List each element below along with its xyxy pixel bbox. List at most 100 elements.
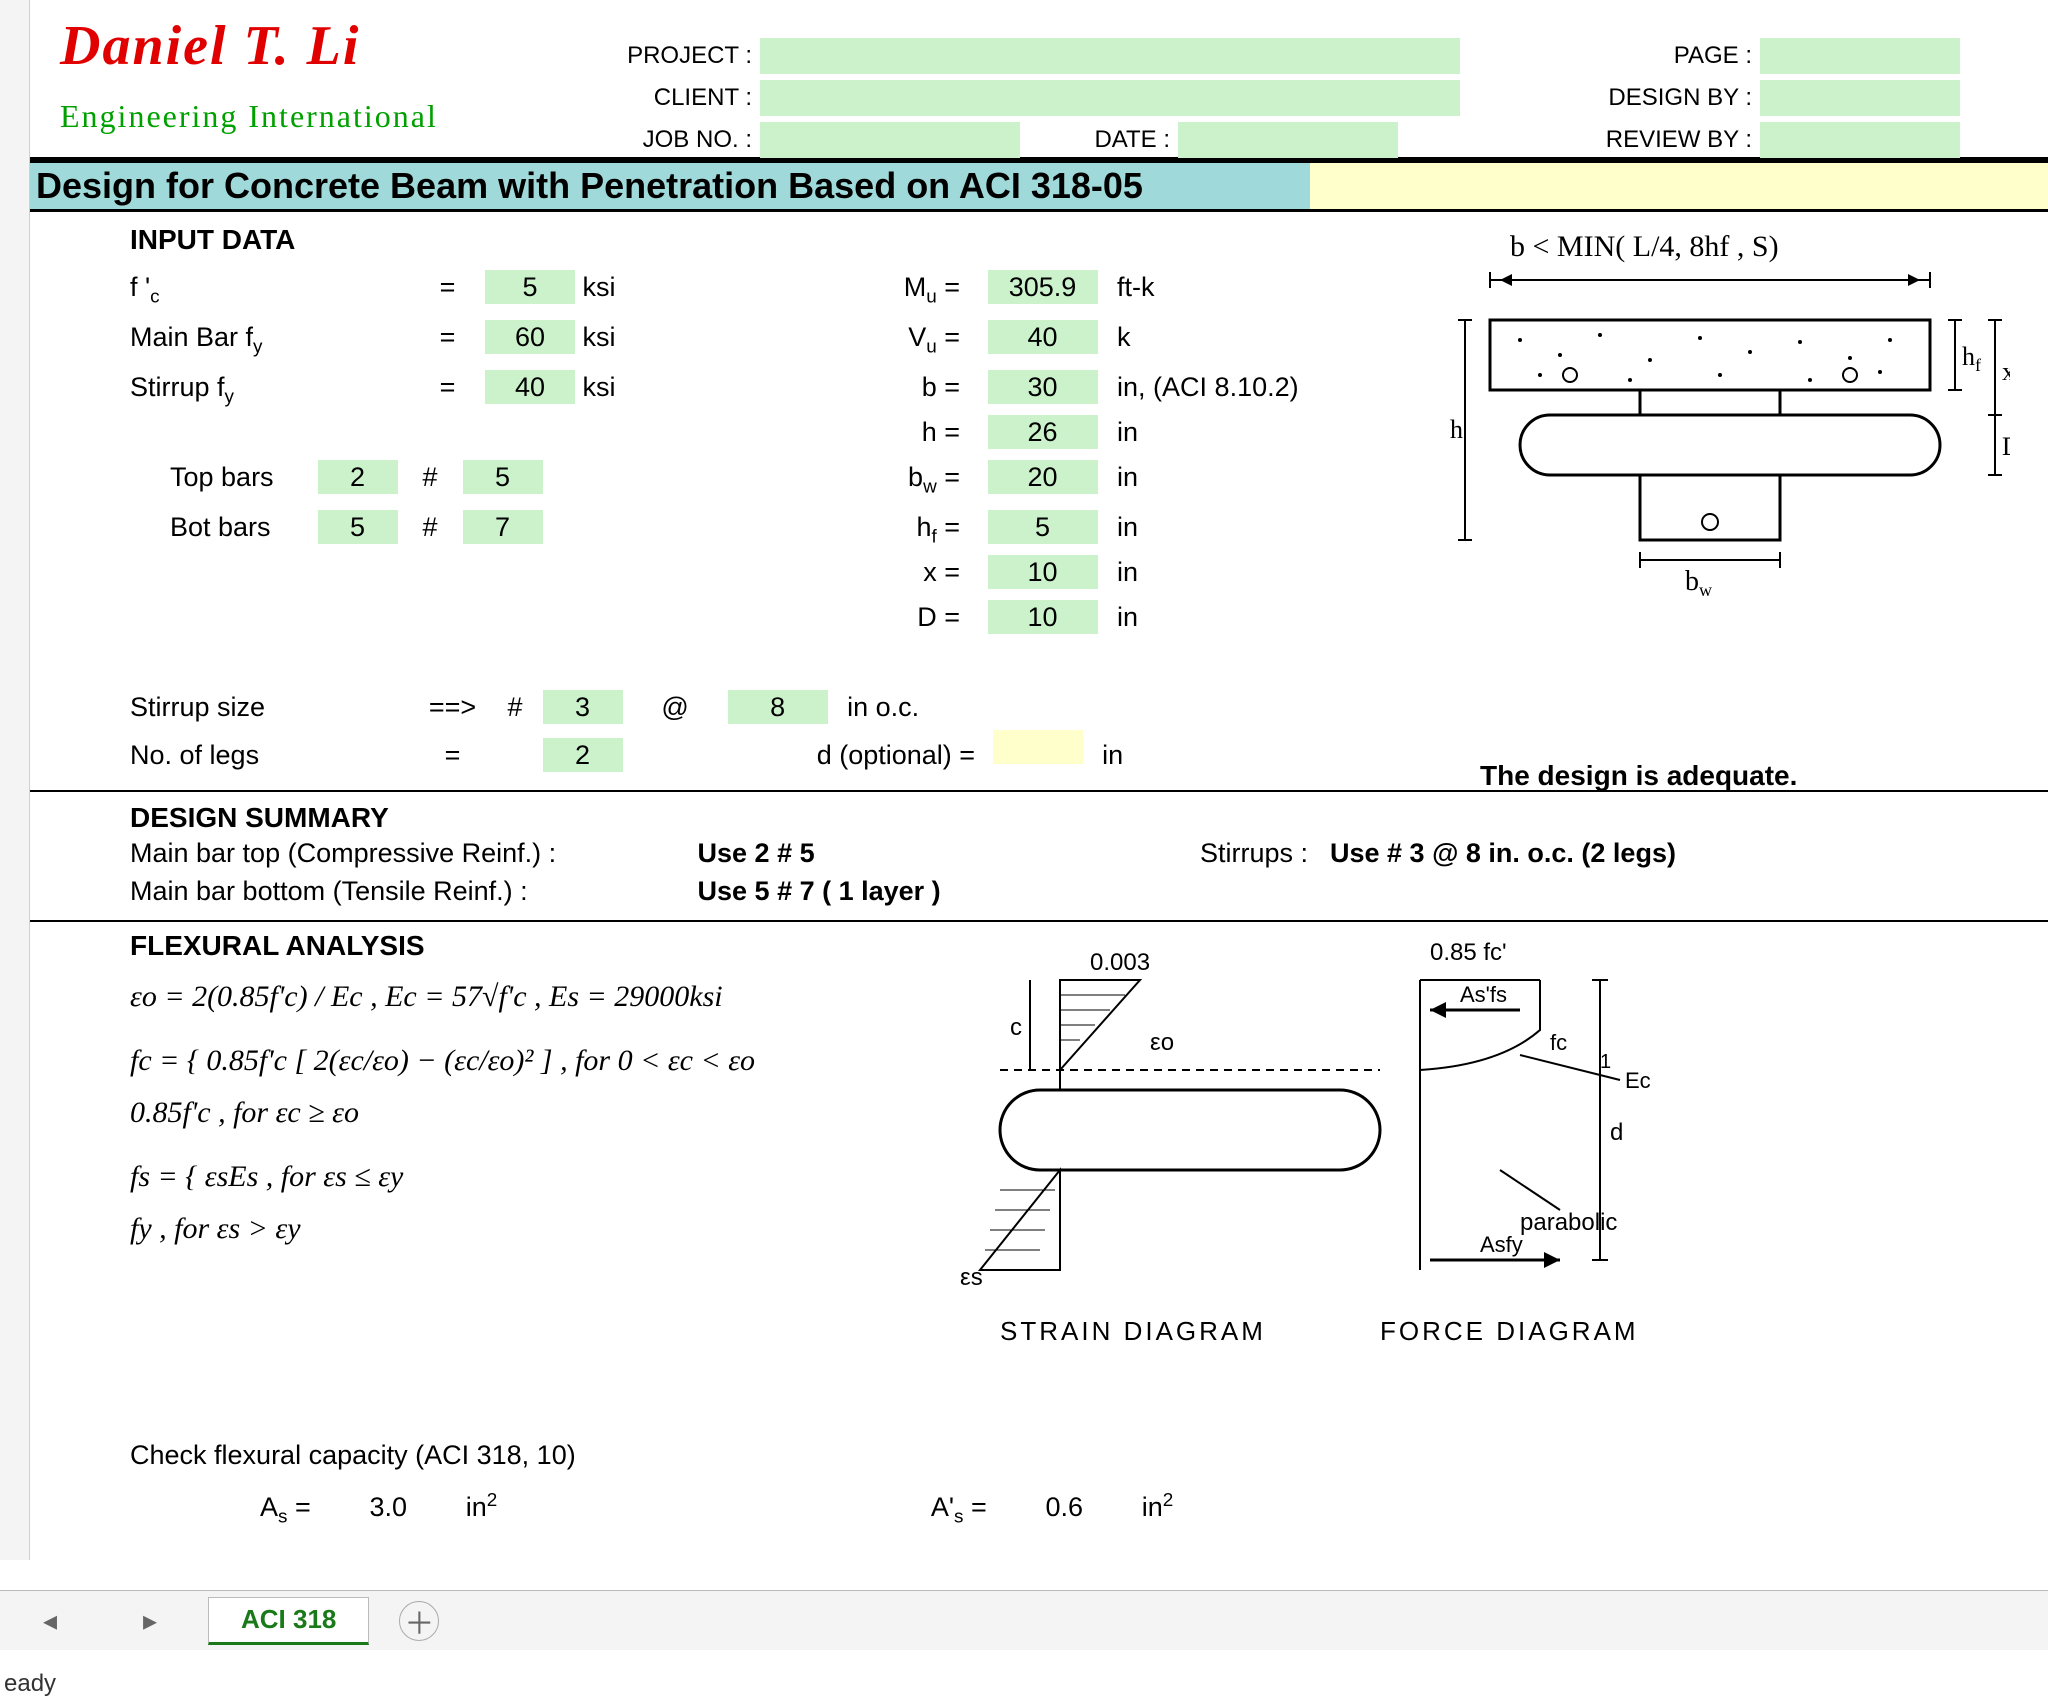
Vu-input[interactable]: 40: [988, 320, 1098, 354]
flexural-formulas: εo = 2(0.85f'c) / Ec , Ec = 57√f'c , Es …: [130, 980, 950, 1380]
spreadsheet-page: Daniel T. Li Engineering International P…: [0, 0, 2048, 1704]
bw-input[interactable]: 20: [988, 460, 1098, 494]
stirrup-size-input[interactable]: 3: [543, 690, 623, 724]
fc-label: f 'c: [130, 272, 410, 308]
svg-text:εs: εs: [960, 1264, 983, 1291]
design-adequate-text: The design is adequate.: [1480, 760, 1797, 792]
logo-subtitle: Engineering International: [60, 98, 438, 135]
D-label: D =: [870, 602, 960, 633]
check-capacity-label: Check flexural capacity (ACI 318, 10): [130, 1440, 576, 1471]
b-input[interactable]: 30: [988, 370, 1098, 404]
sheet-tab-bar: ◂ ▸ ACI 318 ＋: [0, 1590, 2048, 1650]
x-label: x =: [870, 557, 960, 588]
bw-label: bw =: [870, 462, 960, 498]
stirrup-fy-unit: ksi: [583, 372, 663, 403]
plus-icon: ＋: [404, 1599, 434, 1643]
svg-text:Asfy: Asfy: [1480, 1232, 1523, 1257]
summary-top-label: Main bar top (Compressive Reinf.) :: [130, 838, 690, 869]
h-input[interactable]: 26: [988, 415, 1098, 449]
svg-text:D: D: [2002, 432, 2010, 461]
status-bar-text: eady: [4, 1670, 56, 1698]
x-input[interactable]: 10: [988, 555, 1098, 589]
legs-input[interactable]: 2: [543, 738, 623, 772]
flexural-heading: FLEXURAL ANALYSIS: [130, 930, 425, 962]
topbars-label: Top bars: [170, 462, 310, 493]
date-input[interactable]: [1178, 122, 1398, 158]
svg-text:c: c: [1010, 1014, 1022, 1041]
formula-line-1: εo = 2(0.85f'c) / Ec , Ec = 57√f'c , Es …: [130, 980, 950, 1014]
topbars-size-input[interactable]: 5: [463, 460, 543, 494]
svg-text:As'fs: As'fs: [1460, 982, 1507, 1007]
As-val: 3.0: [318, 1492, 458, 1523]
hash: #: [405, 462, 455, 493]
Mu-label: Mu =: [870, 272, 960, 308]
d-opt-input[interactable]: [993, 730, 1083, 764]
mainbar-fy-unit: ksi: [583, 322, 663, 353]
hf-input[interactable]: 5: [988, 510, 1098, 544]
b-label: b =: [870, 372, 960, 403]
client-label: CLIENT :: [590, 84, 760, 112]
jobno-input[interactable]: [760, 122, 1020, 158]
botbars-n-input[interactable]: 5: [318, 510, 398, 544]
svg-text:1: 1: [1600, 1051, 1611, 1073]
stirrup-size-label: Stirrup size: [130, 692, 410, 723]
summary-bot-label: Main bar bottom (Tensile Reinf.) :: [130, 876, 690, 907]
beam-section-diagram: b < MIN( L/4, 8hf , S): [1450, 230, 2010, 630]
svg-text:STRAIN DIAGRAM: STRAIN DIAGRAM: [1000, 1316, 1266, 1346]
b-unit: in, (ACI 8.10.2): [1117, 372, 1299, 402]
d-opt-unit: in: [1102, 740, 1123, 770]
hf-unit: in: [1117, 512, 1138, 542]
svg-text:parabolic: parabolic: [1520, 1209, 1617, 1236]
svg-text:Ec: Ec: [1625, 1068, 1651, 1093]
As-unit: in2: [466, 1492, 498, 1522]
summary-stirrups-val: Use # 3 @ 8 in. o.c. (2 legs): [1330, 838, 1676, 869]
divider-1: [30, 790, 2048, 792]
svg-text:x: x: [2002, 357, 2010, 386]
D-input[interactable]: 10: [988, 600, 1098, 634]
svg-text:hf: hf: [1962, 342, 1981, 375]
hf-label: hf =: [870, 512, 960, 548]
nav-first-icon[interactable]: ◂: [43, 1604, 57, 1637]
svg-text:h: h: [1450, 415, 1463, 444]
formula-line-3b: fy , for εs > εy: [130, 1212, 950, 1246]
divider-2: [30, 920, 2048, 922]
fc-input[interactable]: 5: [485, 270, 575, 304]
reviewby-label: REVIEW BY :: [1530, 126, 1760, 154]
page-title: Design for Concrete Beam with Penetratio…: [30, 160, 1310, 212]
stirrup-spacing-input[interactable]: 8: [728, 690, 828, 724]
row-headers: [0, 0, 30, 1560]
jobno-label: JOB NO. :: [590, 126, 760, 154]
add-sheet-button[interactable]: ＋: [399, 1601, 439, 1641]
sheet-tab-active[interactable]: ACI 318: [208, 1597, 369, 1645]
stirrup-fy-input[interactable]: 40: [485, 370, 575, 404]
As-label: As =: [260, 1492, 311, 1522]
summary-bot-val: Use 5 # 7 ( 1 layer ): [698, 876, 941, 906]
nav-last-icon[interactable]: ▸: [143, 1604, 157, 1637]
mainbar-fy-label: Main Bar fy: [130, 322, 410, 358]
topbars-n-input[interactable]: 2: [318, 460, 398, 494]
legs-label: No. of legs: [130, 740, 410, 771]
project-input[interactable]: [760, 38, 1460, 74]
designby-input[interactable]: [1760, 80, 1960, 116]
mainbar-fy-input[interactable]: 60: [485, 320, 575, 354]
Mu-input[interactable]: 305.9: [988, 270, 1098, 304]
Aps-unit: in2: [1142, 1492, 1174, 1522]
d-opt-label: d (optional) =: [690, 740, 975, 771]
page-input[interactable]: [1760, 38, 1960, 74]
sheet-nav-arrows[interactable]: ◂ ▸: [0, 1604, 200, 1637]
Aps-val: 0.6: [994, 1492, 1134, 1523]
svg-text:FORCE DIAGRAM: FORCE DIAGRAM: [1380, 1316, 1639, 1346]
at: @: [630, 692, 720, 723]
svg-text:εo: εo: [1150, 1029, 1174, 1056]
Vu-unit: k: [1117, 322, 1131, 352]
botbars-size-input[interactable]: 7: [463, 510, 543, 544]
botbars-label: Bot bars: [170, 512, 310, 543]
project-label: PROJECT :: [590, 42, 760, 70]
Vu-label: Vu =: [870, 322, 960, 358]
diagram-note: b < MIN( L/4, 8hf , S): [1510, 230, 1779, 264]
logo: Daniel T. Li: [60, 14, 360, 78]
reviewby-input[interactable]: [1760, 122, 1960, 158]
client-input[interactable]: [760, 80, 1460, 116]
stirrup-unit: in o.c.: [847, 692, 919, 722]
x-unit: in: [1117, 557, 1138, 587]
